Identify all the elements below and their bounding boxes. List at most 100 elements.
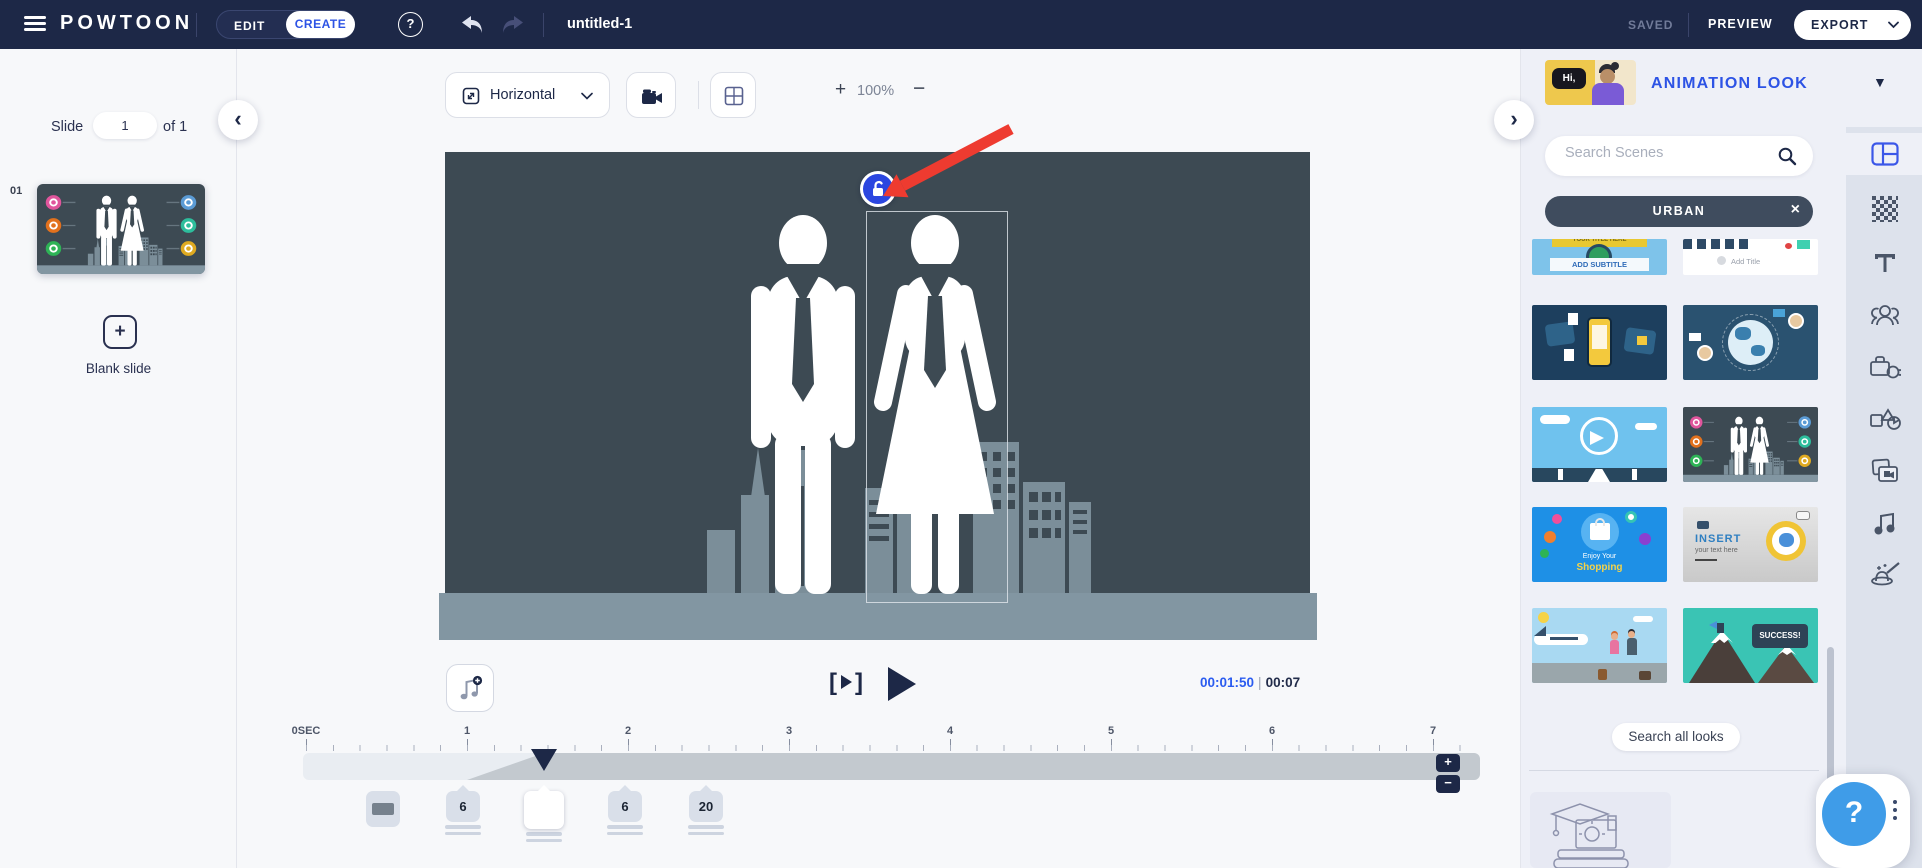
document-title[interactable]: untitled-1 — [567, 16, 632, 32]
search-scenes-input[interactable] — [1565, 145, 1755, 161]
search-icon[interactable] — [1777, 146, 1797, 166]
ruler-tick-label: 5 — [1107, 725, 1115, 737]
thumb-figure — [1632, 469, 1637, 480]
timeline-marker[interactable]: 6 — [603, 791, 647, 835]
marker-badge: 6 — [446, 791, 480, 822]
redo-icon[interactable] — [499, 14, 525, 39]
slide-thumbnail[interactable] — [37, 184, 205, 274]
look-preview-thumbnail[interactable]: Hi, — [1545, 60, 1636, 105]
timeline-track[interactable] — [303, 753, 1480, 780]
orientation-dropdown[interactable]: Horizontal — [445, 72, 610, 118]
asset-category-rail — [1846, 127, 1922, 868]
marker-badge-selected — [524, 791, 564, 829]
scene-marker-badge — [366, 791, 400, 827]
divider — [196, 13, 197, 37]
export-button[interactable]: EXPORT — [1794, 10, 1911, 40]
timecode: 00:01:50 | 00:07 — [1200, 675, 1300, 690]
camera-button[interactable] — [626, 72, 676, 118]
scene-thumb-airport[interactable] — [1532, 608, 1667, 683]
scene-thumb-title-slide[interactable]: YOUR TITLE HERE ADD SUBTITLE — [1532, 239, 1667, 275]
add-blank-slide-button[interactable]: + — [103, 315, 137, 349]
edit-create-toggle: EDIT CREATE — [216, 10, 355, 39]
scene-thumb-urban-infographic-current[interactable] — [1683, 407, 1818, 482]
backgrounds-icon — [1871, 196, 1898, 222]
timeline-marker[interactable]: 6 — [441, 791, 485, 835]
shapes-icon — [1869, 408, 1901, 430]
layout-grid-button[interactable] — [710, 72, 756, 118]
timeline-zoom-in-button[interactable]: + — [1436, 754, 1460, 772]
thumb-character — [1627, 638, 1637, 655]
rail-item-scenes-layout[interactable] — [1846, 133, 1922, 175]
rail-item-text[interactable] — [1846, 241, 1922, 285]
rail-item-sound[interactable] — [1846, 501, 1922, 545]
panel-title: ANIMATION LOOK — [1651, 75, 1808, 92]
collapse-left-panel-button[interactable]: ‹ — [218, 100, 258, 140]
scene-thumb-insert-text[interactable]: INSERT your text here — [1683, 507, 1818, 582]
thumb-bag-handle — [1595, 518, 1605, 526]
marker-badge: 20 — [689, 791, 723, 822]
slide-canvas[interactable] — [445, 152, 1310, 640]
more-options-icon[interactable] — [1893, 800, 1897, 824]
marker-layer-line — [445, 825, 481, 829]
zoom-out-button[interactable]: − — [913, 77, 925, 101]
undo-icon[interactable] — [460, 14, 486, 39]
scene-thumb-add-title[interactable]: Add Title — [1683, 239, 1818, 275]
collapse-right-panel-button[interactable]: › — [1494, 100, 1534, 140]
close-icon[interactable]: × — [1791, 201, 1800, 219]
rail-item-shapes[interactable] — [1846, 397, 1922, 441]
scene-thumb-success[interactable]: SUCCESS! — [1683, 608, 1818, 683]
hamburger-menu-icon[interactable] — [24, 16, 46, 32]
unlock-icon[interactable] — [860, 171, 896, 207]
edit-tab[interactable]: EDIT — [234, 19, 265, 33]
total-time: 00:07 — [1265, 675, 1301, 690]
marker-layer-line — [526, 838, 562, 842]
timeline-marker-selected[interactable] — [522, 791, 566, 842]
timeline-zoom-out-button[interactable]: − — [1436, 775, 1460, 793]
help-button[interactable]: ? — [1822, 782, 1886, 846]
thumb-speech — [1796, 511, 1810, 520]
thumb-add-title: Add Title — [1731, 257, 1761, 266]
powtoon-logo[interactable]: POWTOON — [60, 12, 193, 35]
specials-magic-icon — [1870, 562, 1900, 586]
thumb-speech — [1689, 333, 1701, 341]
speech-bubble: Hi, — [1552, 68, 1586, 89]
thumb-climber — [1717, 623, 1724, 633]
thumb-doc — [1568, 313, 1578, 325]
saved-status: SAVED — [1628, 18, 1674, 32]
ruler-tick-label: 2 — [624, 725, 632, 737]
ruler-ticks — [306, 739, 1480, 751]
thumb-avatar-dot — [1717, 256, 1726, 265]
filter-chip-urban[interactable]: URBAN × — [1545, 196, 1813, 227]
timeline-marker-scene[interactable] — [361, 791, 405, 827]
play-button[interactable] — [888, 667, 916, 701]
powtoon-editor: POWTOON EDIT CREATE ? untitled-1 SAVED P… — [0, 0, 1922, 868]
selection-bounding-box[interactable] — [866, 211, 1008, 603]
preview-from-here-button[interactable]: [] — [829, 669, 864, 697]
preview-button[interactable]: PREVIEW — [1708, 17, 1773, 31]
playhead[interactable] — [531, 749, 557, 771]
search-all-looks-button[interactable]: Search all looks — [1612, 723, 1740, 751]
sketch-look-thumbnail[interactable] — [1530, 792, 1671, 868]
create-tab[interactable]: CREATE — [286, 11, 355, 38]
scene-thumb-shopping[interactable]: Enjoy Your Shopping — [1532, 507, 1667, 582]
scene-thumb-mobile-app[interactable] — [1532, 305, 1667, 380]
slide-number-input[interactable] — [93, 112, 157, 139]
ruler-tick-label: 4 — [946, 725, 954, 737]
zoom-in-button[interactable]: + — [835, 79, 846, 101]
rail-item-media[interactable] — [1846, 449, 1922, 493]
marker-badge: 6 — [608, 791, 642, 822]
rail-item-specials[interactable] — [1846, 553, 1922, 597]
thumb-cloud — [1540, 415, 1570, 424]
add-music-button[interactable] — [446, 664, 494, 712]
slides-panel: Slide of 1 01 + Blank slide — [0, 49, 237, 868]
ruler-tick-label: 3 — [785, 725, 793, 737]
help-icon[interactable]: ? — [398, 12, 423, 37]
timeline-marker[interactable]: 20 — [684, 791, 728, 835]
thumb-character-head — [1628, 631, 1635, 638]
scene-thumb-travel-globe[interactable] — [1532, 407, 1667, 482]
rail-item-props[interactable] — [1846, 345, 1922, 389]
sound-icon — [1874, 512, 1894, 535]
rail-item-characters[interactable] — [1846, 293, 1922, 337]
panel-dropdown-caret-icon[interactable]: ▼ — [1873, 74, 1887, 90]
scene-thumb-global-network[interactable] — [1683, 305, 1818, 380]
